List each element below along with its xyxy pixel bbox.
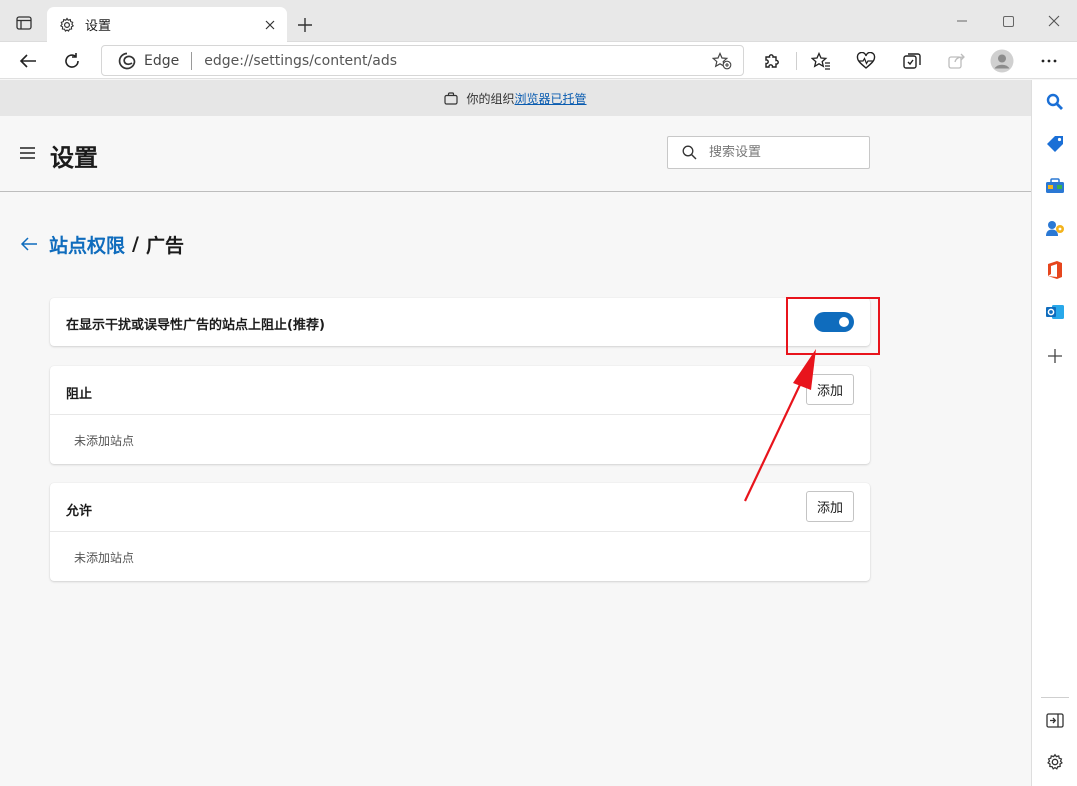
favorites-icon bbox=[811, 52, 830, 70]
refresh-button[interactable] bbox=[57, 46, 87, 76]
arrow-left-icon bbox=[19, 54, 36, 68]
sidebar-outlook-button[interactable] bbox=[1043, 300, 1067, 324]
breadcrumb-back-button[interactable] bbox=[18, 233, 40, 255]
page-title: 设置 bbox=[50, 144, 98, 172]
gear-icon bbox=[59, 17, 75, 32]
close-window-button[interactable] bbox=[1039, 10, 1069, 32]
tools-icon bbox=[1046, 178, 1064, 193]
close-icon bbox=[1048, 15, 1060, 27]
browser-essentials-button[interactable] bbox=[851, 46, 881, 76]
block-section-header: 阻止 添加 bbox=[50, 366, 870, 415]
sidebar-divider bbox=[1041, 697, 1069, 698]
profile-button[interactable] bbox=[987, 46, 1017, 76]
briefcase-icon bbox=[444, 91, 459, 105]
maximize-icon bbox=[1002, 15, 1014, 27]
allow-section: 允许 添加 未添加站点 bbox=[50, 483, 870, 581]
tab-close-button[interactable] bbox=[261, 16, 279, 34]
block-add-button[interactable]: 添加 bbox=[806, 374, 854, 405]
ads-block-label: 在显示干扰或误导性广告的站点上阻止(推荐) bbox=[66, 318, 325, 333]
edge-logo-icon bbox=[118, 52, 136, 69]
tab-bar: 设置 bbox=[0, 0, 1077, 42]
minimize-icon bbox=[957, 20, 967, 22]
allow-section-title: 允许 bbox=[66, 504, 93, 519]
back-button[interactable] bbox=[13, 46, 43, 76]
search-icon bbox=[682, 145, 697, 160]
sidebar-shopping-button[interactable] bbox=[1043, 132, 1067, 156]
breadcrumb: 站点权限 / 广告 bbox=[18, 230, 184, 258]
sidebar-add-button[interactable] bbox=[1043, 344, 1067, 368]
menu-icon[interactable] bbox=[18, 145, 38, 161]
heart-pulse-icon bbox=[856, 52, 876, 69]
toolbar-divider bbox=[796, 52, 797, 70]
managed-link[interactable]: 浏览器已托管 bbox=[515, 90, 587, 107]
annotation-highlight-box bbox=[786, 297, 880, 355]
star-add-icon bbox=[712, 52, 732, 70]
managed-banner: 你的组织 浏览器已托管 bbox=[0, 80, 1031, 116]
extensions-button[interactable] bbox=[757, 46, 787, 76]
settings-header: 设置 bbox=[0, 116, 1031, 192]
url-text[interactable]: edge://settings/content/ads bbox=[204, 53, 397, 69]
breadcrumb-separator: / bbox=[132, 233, 139, 255]
sidebar-office-button[interactable] bbox=[1043, 258, 1067, 282]
toolbar: Edge edge://settings/content/ads bbox=[0, 42, 1077, 79]
sidebar-tools-button[interactable] bbox=[1043, 174, 1067, 198]
collections-icon bbox=[903, 53, 921, 69]
new-tab-button[interactable] bbox=[292, 12, 318, 38]
more-button[interactable] bbox=[1034, 46, 1064, 76]
tab-actions-button[interactable] bbox=[10, 12, 38, 34]
plus-icon bbox=[298, 18, 312, 32]
minimize-button[interactable] bbox=[947, 10, 977, 32]
sidebar-settings-button[interactable] bbox=[1043, 750, 1067, 774]
maximize-button[interactable] bbox=[993, 10, 1023, 32]
share-icon bbox=[948, 53, 965, 69]
close-icon bbox=[265, 20, 275, 30]
allow-empty-text: 未添加站点 bbox=[74, 551, 135, 565]
avatar-icon bbox=[990, 49, 1014, 73]
block-empty-text: 未添加站点 bbox=[74, 434, 135, 448]
allow-section-header: 允许 添加 bbox=[50, 483, 870, 532]
address-bar[interactable]: Edge edge://settings/content/ads bbox=[101, 45, 744, 76]
shopping-tag-icon bbox=[1047, 136, 1063, 152]
sidebar-search-button[interactable] bbox=[1043, 90, 1067, 114]
search-box[interactable] bbox=[667, 136, 870, 169]
collections-button[interactable] bbox=[897, 46, 927, 76]
block-section: 阻止 添加 未添加站点 bbox=[50, 366, 870, 464]
managed-text: 你的组织 bbox=[466, 91, 515, 106]
share-button[interactable] bbox=[942, 46, 972, 76]
tab-title: 设置 bbox=[85, 19, 112, 34]
search-input[interactable] bbox=[709, 145, 859, 160]
tab-settings[interactable]: 设置 bbox=[47, 7, 287, 42]
add-icon bbox=[1048, 349, 1062, 363]
sidebar-hide-button[interactable] bbox=[1043, 708, 1067, 732]
allow-add-button[interactable]: 添加 bbox=[806, 491, 854, 522]
breadcrumb-site-permissions[interactable]: 站点权限 bbox=[49, 231, 125, 258]
gear-icon bbox=[1047, 753, 1063, 770]
breadcrumb-current: 广告 bbox=[145, 234, 184, 257]
add-favorite-button[interactable] bbox=[711, 51, 733, 71]
edge-label: Edge bbox=[144, 52, 180, 69]
address-separator bbox=[191, 51, 193, 70]
block-section-title: 阻止 bbox=[66, 387, 93, 402]
edge-sidebar bbox=[1031, 80, 1077, 786]
favorites-button[interactable] bbox=[806, 46, 836, 76]
hide-sidebar-icon bbox=[1046, 712, 1064, 728]
arrow-left-icon bbox=[20, 237, 37, 251]
refresh-icon bbox=[65, 53, 79, 68]
search-icon bbox=[1046, 93, 1063, 110]
more-icon bbox=[1041, 59, 1057, 63]
games-icon bbox=[1046, 221, 1064, 236]
ads-block-setting-card: 在显示干扰或误导性广告的站点上阻止(推荐) bbox=[50, 298, 870, 346]
puzzle-icon bbox=[765, 54, 779, 68]
office-icon bbox=[1048, 261, 1062, 279]
outlook-icon bbox=[1046, 305, 1064, 319]
sidebar-games-button[interactable] bbox=[1043, 216, 1067, 240]
tab-actions-icon bbox=[16, 16, 32, 30]
